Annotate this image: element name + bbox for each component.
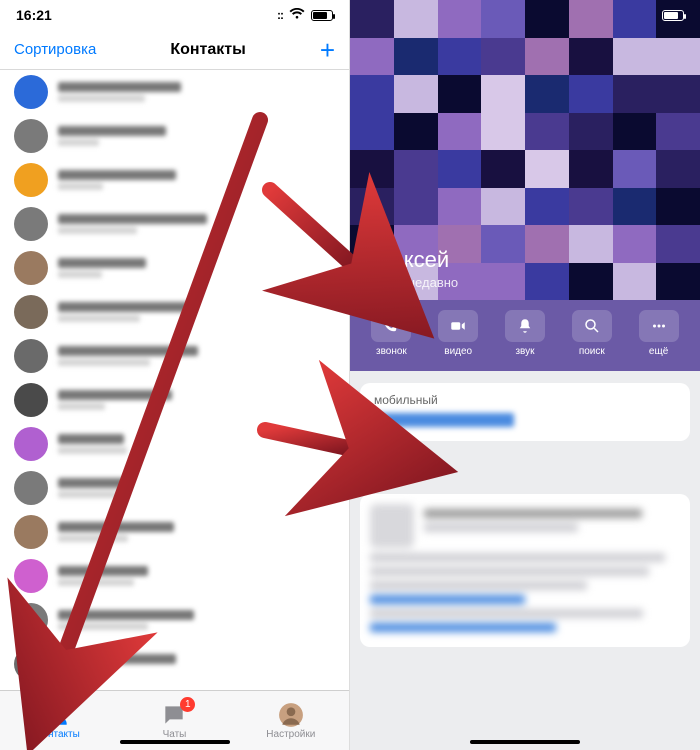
contact-text-blurred: [58, 214, 335, 234]
status-icons: ::: [277, 7, 333, 23]
wifi-icon: [289, 7, 305, 23]
person-icon: [45, 702, 71, 728]
sort-button[interactable]: Сортировка: [14, 41, 96, 58]
avatar-icon: [278, 702, 304, 728]
contact-row[interactable]: [0, 290, 349, 334]
home-indicator[interactable]: [120, 740, 230, 744]
avatar: [14, 119, 48, 153]
contact-text-blurred: [58, 126, 335, 146]
profile-hero: 16:22 :: Алексей был(а) недавно: [350, 0, 700, 300]
search-button[interactable]: поиск: [558, 310, 625, 357]
feed-content-blurred: [370, 504, 680, 632]
contacts-header: Сортировка Контакты +: [0, 30, 349, 70]
action-label: звонок: [376, 346, 407, 357]
more-button[interactable]: ещё: [625, 310, 692, 357]
call-button[interactable]: звонок: [358, 310, 425, 357]
phone-icon: [371, 310, 411, 342]
contact-text-blurred: [58, 390, 335, 410]
avatar: [14, 427, 48, 461]
contact-row[interactable]: [0, 246, 349, 290]
action-label: поиск: [579, 346, 605, 357]
contact-text-blurred: [58, 654, 335, 674]
contact-row[interactable]: [0, 422, 349, 466]
contact-text-blurred: [58, 170, 335, 190]
tab-label: Чаты: [163, 729, 187, 740]
contact-row[interactable]: [0, 114, 349, 158]
action-label: ещё: [649, 346, 668, 357]
avatar: [14, 383, 48, 417]
video-icon: [438, 310, 478, 342]
avatar: [14, 647, 48, 681]
battery-icon: [311, 10, 333, 21]
contact-row[interactable]: [0, 378, 349, 422]
contact-row[interactable]: [0, 466, 349, 510]
status-bar-left: 16:21 ::: [0, 0, 349, 30]
links-feed[interactable]: [360, 494, 690, 647]
contact-row[interactable]: [0, 70, 349, 114]
contact-row[interactable]: [0, 554, 349, 598]
contact-text-blurred: [58, 566, 335, 586]
contact-row[interactable]: [0, 334, 349, 378]
contact-text-blurred: [58, 434, 335, 454]
contact-text-blurred: [58, 346, 335, 366]
avatar: [14, 163, 48, 197]
mobile-label: мобильный: [374, 393, 676, 407]
profile-status: был(а) недавно: [364, 275, 686, 290]
contacts-list[interactable]: [0, 70, 349, 690]
phone-number-card[interactable]: мобильный: [360, 383, 690, 441]
home-indicator[interactable]: [470, 740, 580, 744]
links-tab[interactable]: Ссылки: [362, 455, 411, 471]
contact-row[interactable]: [0, 158, 349, 202]
profile-name-block: Алексей был(а) недавно: [350, 247, 700, 300]
profile-actions: звонок видео звук поиск ещё: [350, 300, 700, 371]
signal-icon: ::: [277, 8, 283, 22]
tab-label: Контакты: [37, 729, 80, 740]
contact-text-blurred: [58, 82, 335, 102]
avatar: [14, 559, 48, 593]
tab-label: Настройки: [266, 729, 315, 740]
contact-row[interactable]: [0, 510, 349, 554]
tab-underline: [362, 479, 416, 482]
bell-icon: [505, 310, 545, 342]
contact-row[interactable]: [0, 598, 349, 642]
profile-section-tabs: Ссылки: [362, 455, 688, 482]
tab-settings[interactable]: Настройки: [233, 691, 349, 750]
contact-row[interactable]: [0, 642, 349, 686]
phone-profile: 16:22 :: Алексей был(а) недавно звонок: [350, 0, 700, 750]
contact-text-blurred: [58, 302, 335, 322]
action-label: видео: [444, 346, 472, 357]
status-time: 16:21: [16, 7, 52, 23]
contact-text-blurred: [58, 478, 335, 498]
search-icon: [572, 310, 612, 342]
avatar: [14, 251, 48, 285]
phone-number-blurred: [374, 413, 514, 427]
contact-row[interactable]: [0, 202, 349, 246]
add-contact-button[interactable]: +: [320, 40, 335, 60]
avatar: [14, 515, 48, 549]
avatar: [14, 295, 48, 329]
avatar: [14, 603, 48, 637]
phone-contacts: 16:21 :: Сортировка Контакты + Контакты: [0, 0, 350, 750]
contact-text-blurred: [58, 522, 335, 542]
mute-button[interactable]: звук: [492, 310, 559, 357]
avatar: [14, 471, 48, 505]
page-title: Контакты: [170, 41, 245, 59]
avatar: [14, 339, 48, 373]
avatar: [14, 75, 48, 109]
battery-icon: [662, 10, 684, 21]
tab-contacts[interactable]: Контакты: [0, 691, 116, 750]
profile-name: Алексей: [364, 247, 686, 273]
chats-badge: 1: [180, 697, 195, 712]
contact-text-blurred: [58, 258, 335, 278]
video-button[interactable]: видео: [425, 310, 492, 357]
action-label: звук: [515, 346, 534, 357]
avatar: [14, 207, 48, 241]
more-icon: [639, 310, 679, 342]
contact-text-blurred: [58, 610, 335, 630]
